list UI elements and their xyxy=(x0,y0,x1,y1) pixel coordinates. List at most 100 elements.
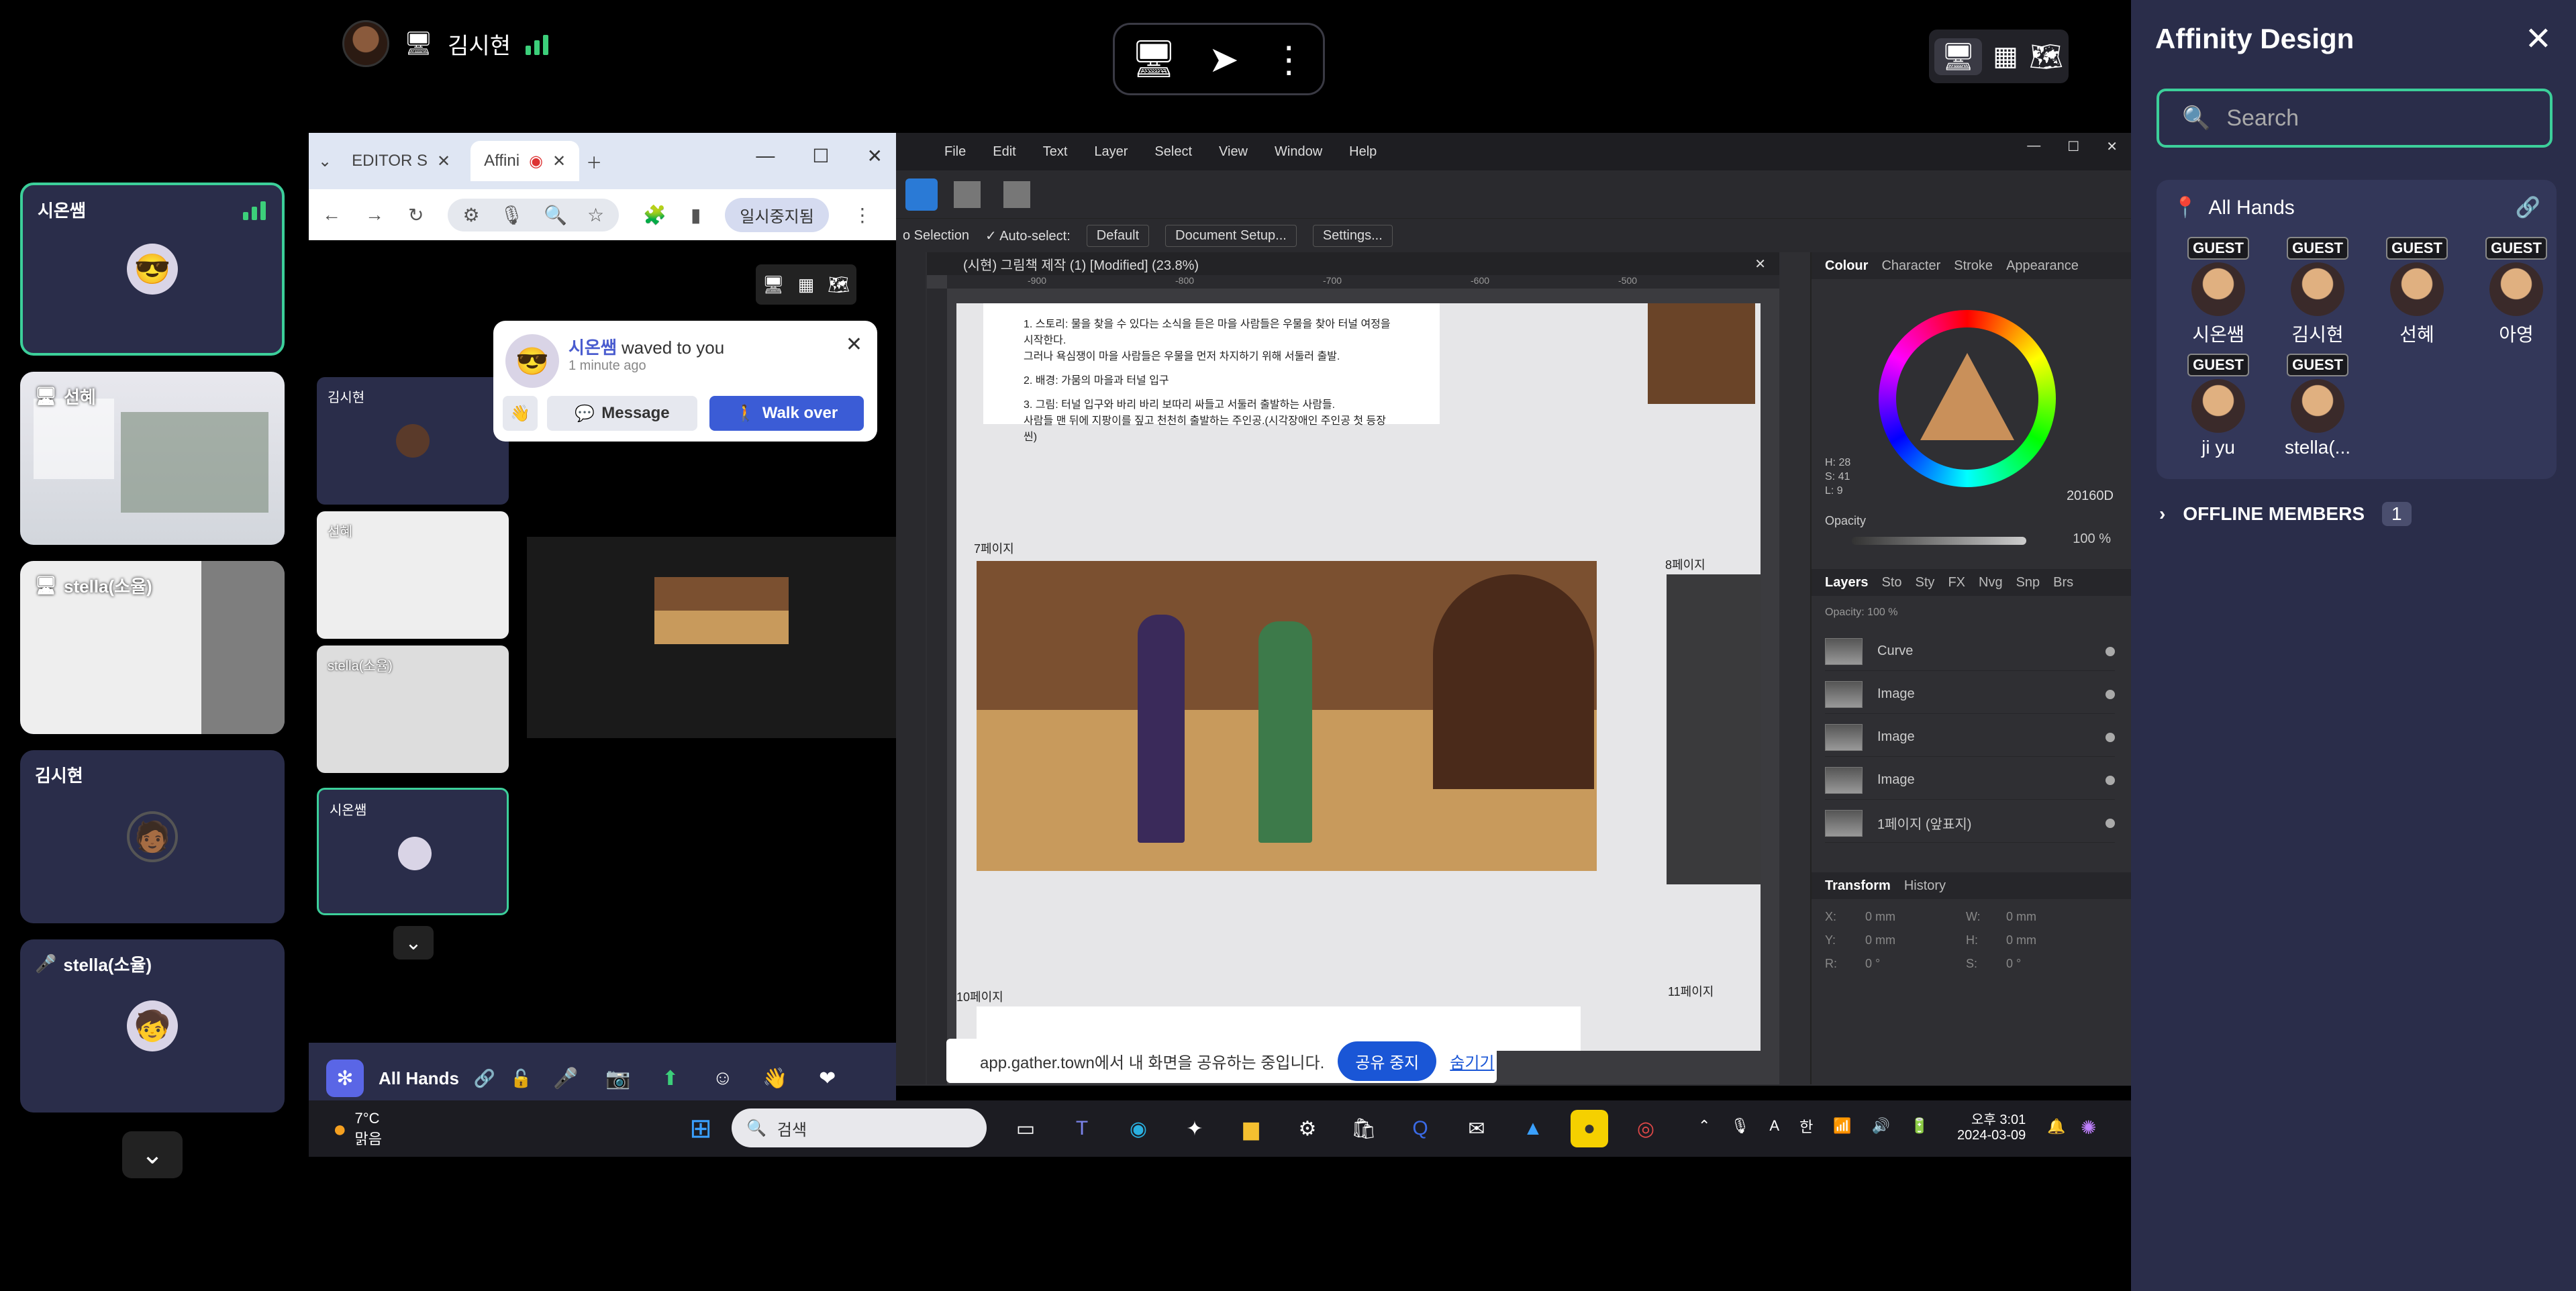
maximize-icon[interactable]: ☐ xyxy=(812,145,829,167)
menu-item[interactable]: Text xyxy=(1043,144,1068,160)
chevron-down-icon[interactable]: ⌄ xyxy=(122,1131,183,1178)
close-icon[interactable]: ✕ xyxy=(867,145,883,167)
chevron-down-icon[interactable]: ⌄ xyxy=(393,926,434,960)
video-tile[interactable]: 시온쌤 xyxy=(317,788,509,915)
canvas[interactable]: 1. 스토리: 물을 찾을 수 있다는 소식을 듣은 마을 사람들은 우물을 찾… xyxy=(956,303,1761,1051)
panel-tab[interactable]: Sto xyxy=(1882,575,1902,590)
screen-tile[interactable]: stella(소율) xyxy=(317,646,509,773)
pause-badge[interactable]: 일시중지됨 xyxy=(725,197,829,232)
link-icon[interactable]: 🔗 xyxy=(474,1068,495,1089)
export-persona-icon[interactable] xyxy=(1003,181,1030,208)
close-icon[interactable]: ✕ xyxy=(2525,20,2552,58)
settings-icon[interactable]: ⚙ xyxy=(1289,1110,1326,1147)
mail-icon[interactable]: ✉ xyxy=(1458,1110,1495,1147)
site-controls[interactable]: ⚙ 🎙 🔍 ☆ xyxy=(448,198,620,231)
task-view-icon[interactable]: ▭ xyxy=(1007,1110,1044,1147)
opacity-value[interactable]: 100 % xyxy=(2073,531,2111,547)
minimize-icon[interactable]: — xyxy=(756,145,775,167)
mic-icon[interactable]: 🎤 xyxy=(547,1060,585,1097)
w-field[interactable]: 0 mm xyxy=(2006,910,2107,924)
tab-list-icon[interactable]: ⌄ xyxy=(318,152,332,171)
panel-tab[interactable]: Colour xyxy=(1825,258,1868,274)
taskbar-search[interactable]: 🔍 검색 xyxy=(732,1108,987,1147)
visibility-icon[interactable] xyxy=(2106,689,2115,699)
hide-link[interactable]: 숨기기 xyxy=(1450,1049,1494,1073)
colour-triangle[interactable] xyxy=(1920,353,2014,440)
layer-row[interactable]: Image xyxy=(1825,761,2115,800)
copilot-icon[interactable]: ✺ xyxy=(2081,1117,2096,1139)
map-view-icon[interactable]: 🗺 xyxy=(2029,41,2063,72)
y-field[interactable]: 0 mm xyxy=(1865,933,1966,947)
panel-tab[interactable]: FX xyxy=(1948,575,1965,590)
sidebar-icon[interactable]: ▮ xyxy=(691,204,701,226)
menu-item[interactable]: View xyxy=(1219,144,1248,160)
screen-view-icon[interactable]: 🖥 xyxy=(762,274,785,295)
panel-tab[interactable]: Brs xyxy=(2053,575,2073,590)
language-indicator[interactable]: 한 xyxy=(1799,1115,1813,1137)
close-icon[interactable]: ✕ xyxy=(2106,138,2118,155)
screen-tile[interactable]: 선혜 xyxy=(317,511,509,639)
visibility-icon[interactable] xyxy=(2106,732,2115,742)
visibility-icon[interactable] xyxy=(2106,818,2115,828)
hex-value[interactable]: 20160D xyxy=(2067,488,2114,504)
search-input[interactable]: 🔍 Search xyxy=(2157,89,2553,148)
chevron-up-icon[interactable]: ⌃ xyxy=(1698,1117,1710,1135)
member-card[interactable]: GUEST 김시현 xyxy=(2271,236,2365,347)
video-tile[interactable]: 김시현 🧑🏾 xyxy=(20,750,285,923)
screen-tile[interactable]: 🖥 stella(소율) xyxy=(20,561,285,734)
close-icon[interactable]: ✕ xyxy=(437,152,450,171)
panel-tab[interactable]: Layers xyxy=(1825,575,1869,590)
app-icon[interactable]: Q xyxy=(1401,1110,1439,1147)
video-tile[interactable]: 🎤 stella(소율) 🧒 xyxy=(20,939,285,1113)
walk-over-button[interactable]: 🚶 Walk over xyxy=(709,396,864,431)
menu-item[interactable]: Layer xyxy=(1094,144,1128,160)
designer-persona-icon[interactable] xyxy=(905,178,938,211)
tab-editor[interactable]: EDITOR S ✕ xyxy=(338,141,464,181)
message-button[interactable]: 💬 Message xyxy=(547,396,697,431)
r-field[interactable]: 0 ° xyxy=(1865,957,1966,971)
wifi-icon[interactable]: 📶 xyxy=(1833,1117,1851,1135)
camera-off-icon[interactable]: 📷 xyxy=(599,1060,637,1097)
s-field[interactable]: 0 ° xyxy=(2006,957,2107,971)
maximize-icon[interactable]: ☐ xyxy=(2067,138,2079,155)
bell-icon[interactable]: 🔔 xyxy=(2047,1118,2065,1135)
panel-tab[interactable]: Sty xyxy=(1916,575,1935,590)
emoji-icon[interactable]: ☺ xyxy=(704,1060,742,1097)
chrome-icon[interactable]: ◎ xyxy=(1627,1110,1665,1147)
document-setup-button[interactable]: Document Setup... xyxy=(1165,224,1297,247)
pixel-persona-icon[interactable] xyxy=(954,181,981,208)
menu-item[interactable]: Help xyxy=(1349,144,1377,160)
screen-tile[interactable]: 🖥 선혜 xyxy=(20,372,285,545)
opacity-slider[interactable] xyxy=(1852,537,2026,545)
mic-icon[interactable]: 🎙 xyxy=(1730,1117,1749,1135)
h-field[interactable]: 0 mm xyxy=(2006,933,2107,947)
room-name[interactable]: All Hands xyxy=(379,1068,459,1089)
font-icon[interactable]: A xyxy=(1769,1117,1779,1135)
share-screen-icon[interactable]: ⬆ xyxy=(652,1060,689,1097)
menu-item[interactable]: File xyxy=(944,144,966,160)
clock[interactable]: 오후 3:01 2024-03-09 xyxy=(1957,1108,2026,1143)
grid-view-icon[interactable]: ▦ xyxy=(1993,41,2018,72)
panel-tab[interactable]: Stroke xyxy=(1954,258,1993,274)
layer-row[interactable]: Image xyxy=(1825,675,2115,714)
grid-view-icon[interactable]: ▦ xyxy=(798,274,815,295)
visibility-icon[interactable] xyxy=(2106,775,2115,785)
close-icon[interactable]: ✕ xyxy=(552,152,566,171)
layer-opacity[interactable]: Opacity: 100 % xyxy=(1825,607,1898,619)
more-icon[interactable]: ⋮ xyxy=(853,204,872,226)
battery-icon[interactable]: 🔋 xyxy=(1910,1117,1928,1135)
panel-tab[interactable]: Snp xyxy=(2016,575,2040,590)
member-card[interactable]: GUEST ji yu xyxy=(2171,353,2265,458)
layer-row[interactable]: Curve xyxy=(1825,632,2115,671)
more-icon[interactable]: ⋮ xyxy=(1271,38,1307,81)
forward-icon[interactable]: → xyxy=(365,204,384,225)
member-card[interactable]: GUEST stella(... xyxy=(2271,353,2365,458)
tab-affinity[interactable]: Affini ◉ ✕ xyxy=(470,141,580,181)
panel-tab[interactable]: Nvg xyxy=(1979,575,2003,590)
offline-members-toggle[interactable]: › OFFLINE MEMBERS 1 xyxy=(2159,502,2412,526)
link-icon[interactable]: 🔗 xyxy=(2516,196,2540,219)
weather-widget[interactable]: ● 7°C 맑음 xyxy=(333,1110,382,1149)
store-icon[interactable]: 🛍 xyxy=(1345,1110,1383,1147)
back-icon[interactable]: ← xyxy=(322,204,341,225)
screen-view-icon[interactable]: 🖥 xyxy=(1934,38,1982,75)
